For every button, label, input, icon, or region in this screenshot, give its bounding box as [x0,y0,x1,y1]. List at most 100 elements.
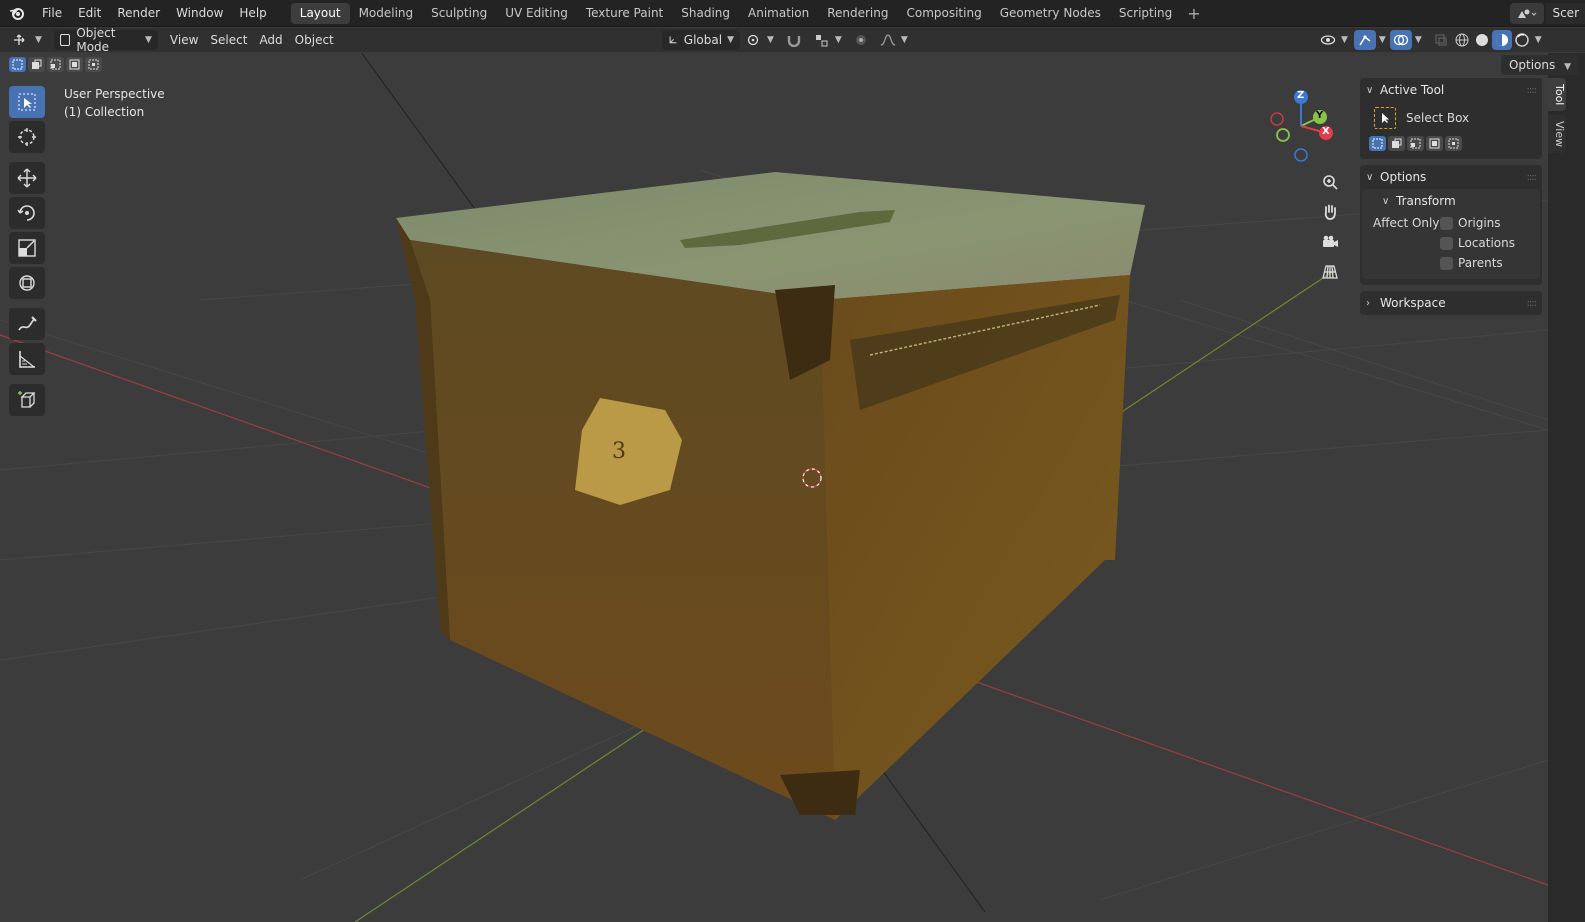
tab-modeling[interactable]: Modeling [350,3,423,24]
active-tool-header[interactable]: ∨ Active Tool :::: [1360,78,1542,102]
drag-grip-icon[interactable]: :::: [1527,85,1538,96]
transform-header[interactable]: ∨ Transform [1362,189,1540,213]
overlays-toggle[interactable] [1389,30,1412,50]
options-header[interactable]: ∨ Options :::: [1360,165,1542,189]
origins-checkbox[interactable] [1440,216,1453,230]
camera-view-button[interactable] [1316,228,1344,256]
workspace-tabs: Layout Modeling Sculpting UV Editing Tex… [290,2,1207,24]
shading-solid-button[interactable] [1472,30,1492,50]
tab-sculpting[interactable]: Sculpting [422,3,496,24]
workspace-title: Workspace [1380,296,1446,310]
left-toolbar [9,86,47,419]
tool-cursor[interactable] [9,121,45,153]
drag-grip-icon[interactable]: :::: [1527,172,1538,183]
tab-rendering[interactable]: Rendering [818,3,897,24]
tab-uv-editing[interactable]: UV Editing [496,3,577,24]
zoom-icon [1323,175,1338,190]
panel-mode-extend[interactable] [1388,136,1405,151]
parents-checkbox[interactable] [1440,256,1453,270]
options-dropdown[interactable]: Options ▼ [1500,55,1579,75]
overlays-dropdown-icon[interactable]: ▼ [1415,35,1422,45]
proportional-edit-toggle[interactable] [848,30,874,50]
visibility-dropdown[interactable]: ▼ [1314,30,1354,50]
tab-layout[interactable]: Layout [290,2,350,24]
active-tool-row[interactable]: Select Box [1360,102,1542,134]
shading-material-button[interactable] [1491,30,1512,50]
select-mode-intersect[interactable] [85,57,102,72]
scene-name[interactable]: Scer [1546,3,1585,24]
navigation-gizmo[interactable]: Z Y X [1262,86,1342,166]
workspace-header[interactable]: › Workspace :::: [1360,291,1542,315]
xray-toggle[interactable] [1430,30,1452,50]
panel-mode-invert[interactable] [1426,136,1443,151]
tool-move[interactable] [9,162,45,194]
menu-window[interactable]: Window [168,0,231,27]
tab-tool[interactable]: Tool [1548,78,1566,112]
select-subtract-icon [50,59,61,70]
menu-add[interactable]: Add [253,30,288,50]
tool-transform[interactable] [9,267,45,299]
tool-add-cube[interactable] [9,384,45,416]
scene-browse-button[interactable] [1510,3,1545,24]
menu-file[interactable]: File [34,0,70,27]
select-intersect-icon [1448,138,1459,149]
panel-mode-intersect[interactable] [1445,136,1462,151]
falloff-dropdown[interactable]: ▼ [874,30,914,50]
trunk-model: 3 [396,172,1145,820]
menu-object[interactable]: Object [289,30,340,50]
orientation-dropdown[interactable]: Global ▼ [662,30,740,50]
pan-button[interactable] [1316,198,1344,226]
tab-scripting[interactable]: Scripting [1110,3,1181,24]
snap-target-dropdown[interactable]: ▼ [808,30,848,50]
menu-render[interactable]: Render [109,0,168,27]
select-extend-icon [32,59,42,69]
snap-toggle[interactable] [780,30,808,50]
menu-edit[interactable]: Edit [70,0,109,27]
shading-wireframe-button[interactable] [1452,30,1472,50]
tool-scale[interactable] [9,232,45,264]
select-mode-extend[interactable] [28,57,45,72]
select-set-icon [1372,138,1383,149]
panel-mode-subtract[interactable] [1407,136,1424,151]
shading-rendered-button[interactable] [1512,30,1532,50]
top-menu-bar: File Edit Render Window Help Layout Mode… [0,0,1585,27]
gizmo-dropdown-icon[interactable]: ▼ [1379,35,1386,45]
material-sphere-icon [1495,34,1508,46]
eye-icon [1320,35,1336,45]
tab-shading[interactable]: Shading [672,3,739,24]
sidebar-tab-strip [1548,53,1585,922]
navigation-buttons [1316,168,1344,288]
gizmo-toggle[interactable] [1353,30,1376,50]
tool-measure[interactable] [9,343,45,375]
tool-rotate[interactable] [9,197,45,229]
tab-view[interactable]: View [1548,115,1566,154]
menu-help[interactable]: Help [231,0,274,27]
editor-type-button[interactable]: ▼ [6,30,48,50]
blender-logo-icon[interactable] [0,0,34,27]
menu-view[interactable]: View [164,30,204,50]
add-workspace-icon[interactable]: + [1181,4,1206,23]
annotate-icon [18,316,37,331]
select-mode-invert[interactable] [66,57,83,72]
tab-compositing[interactable]: Compositing [897,3,990,24]
pivot-icon [747,34,759,46]
drag-grip-icon[interactable]: :::: [1527,298,1538,309]
chevron-down-icon: ∨ [1366,84,1374,96]
ortho-toggle-button[interactable] [1316,258,1344,286]
select-set-icon [12,59,23,70]
tab-animation[interactable]: Animation [739,3,818,24]
tab-texture-paint[interactable]: Texture Paint [577,3,672,24]
select-mode-set[interactable] [9,57,26,72]
mode-dropdown[interactable]: Object Mode ▼ [53,26,158,54]
shading-dropdown-icon[interactable]: ▼ [1535,35,1542,45]
zoom-button[interactable] [1316,168,1344,196]
locations-checkbox[interactable] [1440,236,1453,250]
tool-select-box[interactable] [9,86,45,118]
orientation-icon [669,36,677,44]
menu-select[interactable]: Select [204,30,253,50]
tool-annotate[interactable] [9,308,45,340]
pivot-point-dropdown[interactable]: ▼ [740,30,780,50]
tab-geometry-nodes[interactable]: Geometry Nodes [991,3,1110,24]
select-mode-subtract[interactable] [47,57,64,72]
panel-mode-set[interactable] [1369,136,1386,151]
